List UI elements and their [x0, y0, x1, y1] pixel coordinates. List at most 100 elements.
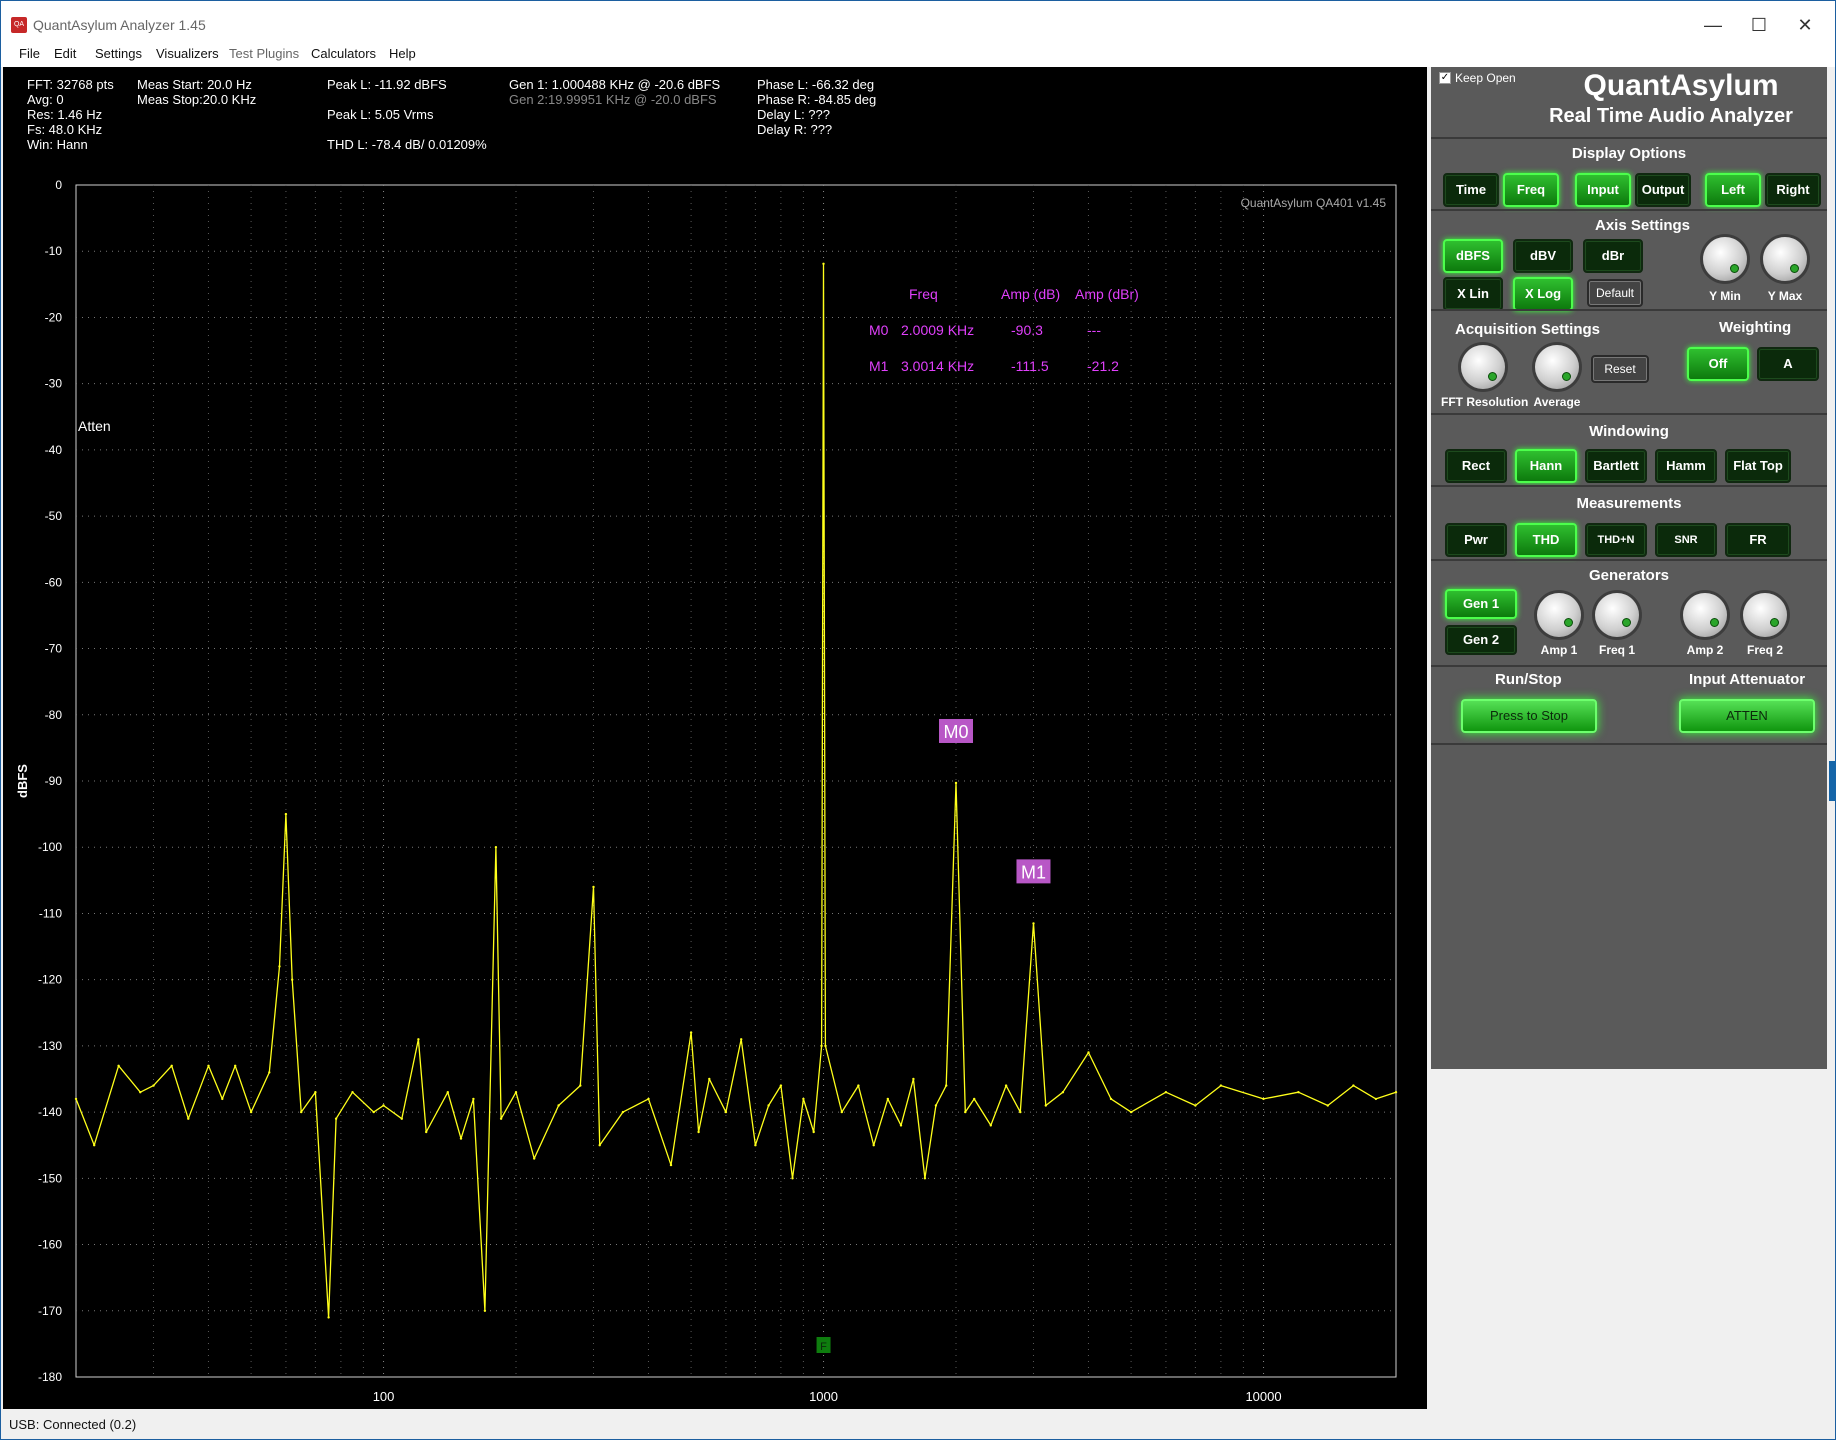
data-point: [724, 1110, 728, 1114]
data-point: [822, 262, 825, 265]
x-tick-label: 1000: [809, 1389, 838, 1404]
hann-window-button[interactable]: Hann: [1515, 449, 1577, 483]
close-button[interactable]: ✕: [1783, 11, 1827, 39]
data-point: [284, 812, 288, 816]
x-lin-button[interactable]: X Lin: [1443, 277, 1503, 311]
amp2-label: Amp 2: [1686, 643, 1724, 657]
data-point: [812, 1130, 815, 1134]
x-tick-label: 100: [373, 1389, 395, 1404]
y-tick-label: -70: [45, 642, 63, 656]
menu-settings[interactable]: Settings: [95, 46, 142, 61]
plot-watermark: QuantAsylum QA401 v1.45: [1241, 196, 1387, 210]
default-axis-button[interactable]: Default: [1587, 279, 1643, 307]
menu-help[interactable]: Help: [389, 46, 416, 61]
data-point: [327, 1316, 330, 1319]
knob-indicator: [1562, 372, 1571, 381]
weighting-title: Weighting: [1719, 319, 1792, 336]
data-point: [382, 1104, 385, 1107]
gen2-button[interactable]: Gen 2: [1445, 625, 1517, 655]
data-point: [1352, 1084, 1355, 1087]
data-point: [824, 1044, 827, 1048]
dbr-button[interactable]: dBr: [1583, 239, 1643, 273]
fft-resolution-knob[interactable]: [1461, 345, 1505, 389]
data-point: [840, 1110, 843, 1114]
marker-table-header-amp: Amp (dB): [1001, 286, 1061, 302]
freq-button[interactable]: Freq: [1503, 173, 1559, 207]
right-channel-button[interactable]: Right: [1765, 173, 1821, 207]
bartlett-window-button[interactable]: Bartlett: [1585, 449, 1647, 483]
reset-button[interactable]: Reset: [1591, 355, 1649, 383]
control-panel: ✓ Keep Open QuantAsylum Real Time Audio …: [1431, 67, 1827, 1069]
data-point: [514, 1091, 518, 1094]
left-channel-button[interactable]: Left: [1705, 173, 1761, 207]
weighting-off-button[interactable]: Off: [1687, 347, 1749, 381]
pwr-button[interactable]: Pwr: [1445, 523, 1507, 557]
minimize-button[interactable]: —: [1691, 11, 1735, 39]
freq1-knob[interactable]: [1595, 593, 1639, 637]
spectrum-plot-area: FFT: 32768 pts Avg: 0 Res: 1.46 Hz Fs: 4…: [3, 67, 1427, 1409]
y-max-label: Y Max: [1767, 289, 1803, 303]
data-point: [592, 885, 595, 889]
data-point: [740, 1038, 743, 1041]
keep-open-checkbox[interactable]: ✓: [1439, 72, 1451, 84]
data-point: [1164, 1091, 1168, 1094]
freq-marker-label: F: [820, 1341, 827, 1353]
knob-indicator: [1730, 264, 1739, 273]
y-tick-label: -140: [38, 1105, 62, 1119]
flat-top-window-button[interactable]: Flat Top: [1725, 449, 1791, 483]
data-point: [820, 1044, 823, 1048]
data-point: [400, 1117, 403, 1120]
time-button[interactable]: Time: [1443, 173, 1499, 207]
menu-test-plugins[interactable]: Test Plugins: [229, 46, 299, 61]
input-button[interactable]: Input: [1575, 173, 1631, 207]
menu-calculators[interactable]: Calculators: [311, 46, 376, 61]
section-divider: [1431, 743, 1827, 745]
y-tick-label: 0: [55, 178, 62, 192]
acquisition-title: Acquisition Settings: [1455, 321, 1601, 338]
windowing-title: Windowing: [1589, 423, 1669, 440]
menu-edit[interactable]: Edit: [54, 46, 76, 61]
x-log-button[interactable]: X Log: [1513, 277, 1573, 311]
dbfs-button[interactable]: dBFS: [1443, 239, 1503, 273]
freq2-knob[interactable]: [1743, 593, 1787, 637]
snr-button[interactable]: SNR: [1655, 523, 1717, 557]
y-tick-label: -100: [38, 840, 62, 854]
generators-section: Generators Gen 1 Gen 2 Amp 1 Freq 1 Amp …: [1431, 559, 1827, 665]
data-point: [1374, 1097, 1378, 1101]
y-tick-label: -20: [45, 310, 63, 324]
y-max-knob[interactable]: [1763, 237, 1807, 281]
y-min-knob[interactable]: [1703, 237, 1747, 281]
thd-button[interactable]: THD: [1515, 523, 1577, 557]
marker-row-amp: -90.3: [1011, 322, 1043, 338]
average-knob[interactable]: [1535, 345, 1579, 389]
data-point: [291, 978, 294, 981]
thd-n-button[interactable]: THD+N: [1585, 523, 1647, 557]
data-point: [1394, 1091, 1398, 1094]
dbv-button[interactable]: dBV: [1513, 239, 1573, 273]
y-tick-label: -130: [38, 1039, 62, 1053]
weighting-a-button[interactable]: A: [1757, 347, 1819, 381]
gen1-button[interactable]: Gen 1: [1445, 589, 1517, 619]
data-point: [417, 1038, 420, 1041]
data-point: [669, 1163, 673, 1167]
menu-visualizers[interactable]: Visualizers: [156, 46, 219, 61]
knob-indicator: [1710, 618, 1719, 627]
input-attenuator-title: Input Attenuator: [1689, 671, 1806, 688]
data-point: [483, 1309, 487, 1313]
data-point: [472, 1097, 475, 1101]
fr-button[interactable]: FR: [1725, 523, 1791, 557]
atten-button[interactable]: ATTEN: [1679, 699, 1815, 733]
data-point: [334, 1117, 338, 1120]
maximize-button[interactable]: ☐: [1737, 11, 1781, 39]
marker-row-name: M0: [869, 322, 889, 338]
spectrum-chart[interactable]: 0 -10 -20 -30 -40 -50 -60 -70 -80 -90 -100 -110 -120…: [3, 67, 1427, 1409]
measurements-section: Measurements Pwr THD THD+N SNR FR: [1431, 485, 1827, 559]
amp1-knob[interactable]: [1537, 593, 1581, 637]
hamm-window-button[interactable]: Hamm: [1655, 449, 1717, 483]
rect-window-button[interactable]: Rect: [1445, 449, 1507, 483]
amp2-knob[interactable]: [1683, 593, 1727, 637]
output-button[interactable]: Output: [1635, 173, 1691, 207]
data-point: [117, 1064, 120, 1067]
press-to-stop-button[interactable]: Press to Stop: [1461, 699, 1597, 733]
menu-file[interactable]: File: [19, 46, 40, 61]
